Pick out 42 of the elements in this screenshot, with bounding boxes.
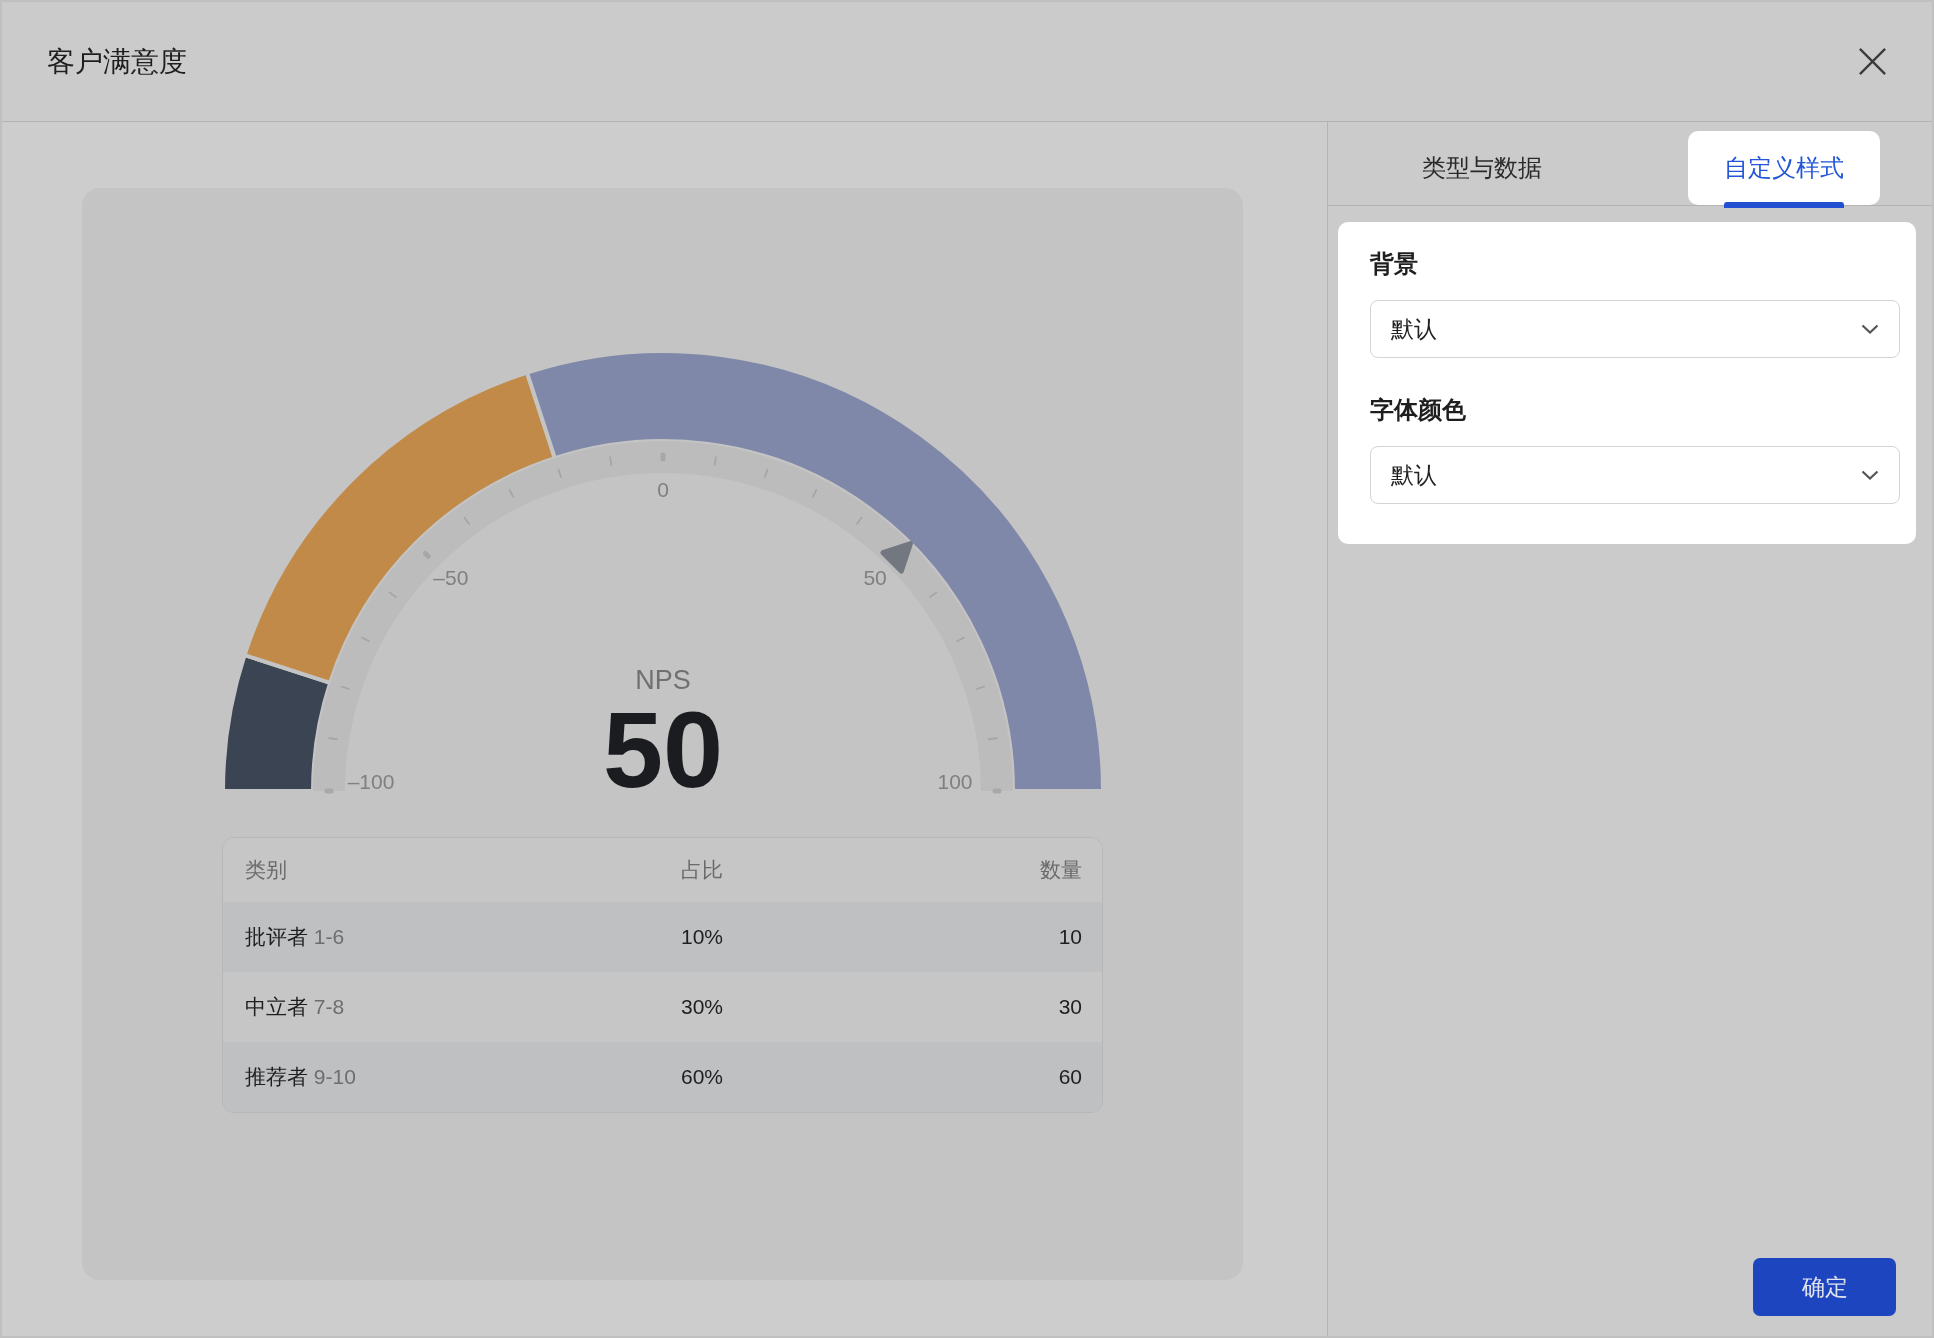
tick-label: 100 xyxy=(937,770,972,793)
column-header: 数量 xyxy=(1039,857,1082,883)
close-icon[interactable] xyxy=(1857,46,1888,77)
confirm-button[interactable]: 确定 xyxy=(1753,1258,1896,1316)
field-label: 字体颜色 xyxy=(1370,395,1467,425)
dropdown[interactable]: 默认 xyxy=(1370,446,1900,504)
dialog-title: 客户满意度 xyxy=(47,44,187,79)
chevron-down-icon xyxy=(1861,470,1879,480)
tab[interactable]: 类型与数据 xyxy=(1386,131,1578,205)
tick-mark xyxy=(975,685,985,690)
tick-mark xyxy=(811,489,817,498)
tick-label: 0 xyxy=(656,478,669,501)
tick-mark xyxy=(955,636,965,642)
tick-mark xyxy=(388,591,397,598)
table-cell-text: 30 xyxy=(1057,995,1082,1019)
tick-label: –50 xyxy=(432,565,468,589)
field-label: 背景 xyxy=(1370,249,1419,279)
column-header: 类别 xyxy=(245,857,288,883)
table-cell-text: 60% xyxy=(680,1065,724,1089)
table-cell-text: 推荐者 9-10 xyxy=(245,1064,357,1090)
tick-mark xyxy=(463,516,470,525)
tick-mark xyxy=(340,685,350,690)
tab[interactable]: 自定义样式 xyxy=(1688,131,1880,205)
table-cell-text: 30% xyxy=(680,995,724,1019)
table-cell-text: 10% xyxy=(680,925,724,949)
chevron-down-icon xyxy=(1861,324,1879,334)
tick-mark xyxy=(928,591,937,598)
tick-mark xyxy=(763,468,768,478)
dropdown[interactable]: 默认 xyxy=(1370,300,1900,358)
tick-mark xyxy=(508,489,514,498)
tick-mark xyxy=(324,788,333,794)
column-header: 占比 xyxy=(680,857,724,883)
table-cell-text: 批评者 1-6 xyxy=(245,924,346,950)
tick-label: 50 xyxy=(862,565,887,589)
table-cell-text: 60 xyxy=(1057,1065,1082,1089)
tick-label: –100 xyxy=(347,770,394,793)
table-cell-text: 中立者 7-8 xyxy=(245,994,346,1020)
tick-mark xyxy=(855,516,862,525)
table-cell-text: 10 xyxy=(1057,925,1082,949)
tick-mark xyxy=(360,636,370,642)
tick-mark xyxy=(557,468,562,478)
tick-mark xyxy=(992,788,1001,794)
